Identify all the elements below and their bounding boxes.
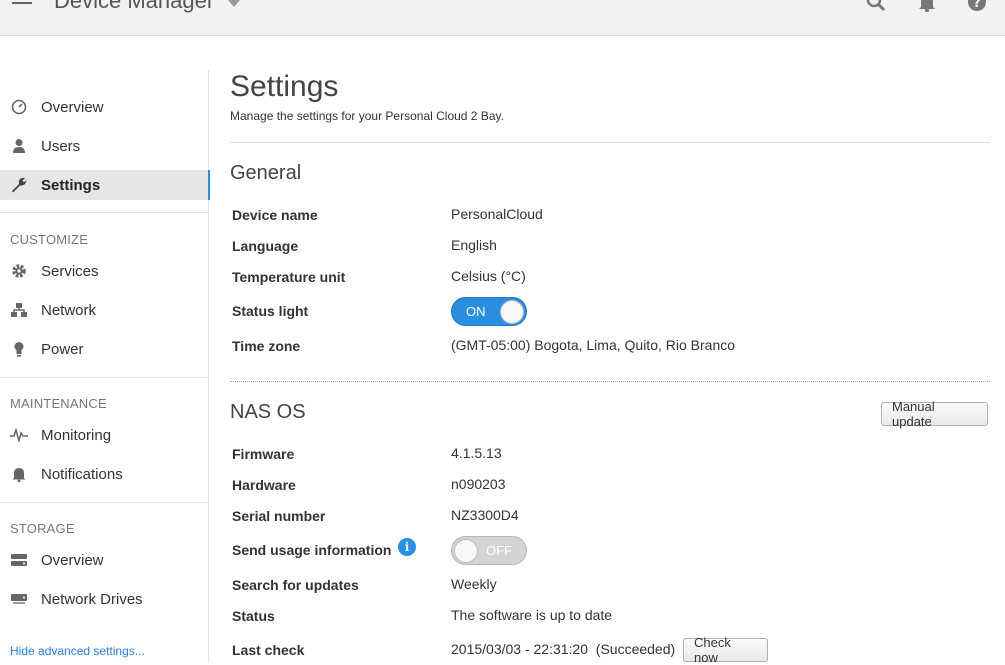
section-title-general: General bbox=[230, 162, 302, 184]
manual-update-button[interactable]: Manual update bbox=[881, 399, 988, 429]
sidebar-item-monitoring[interactable]: Monitoring bbox=[0, 420, 210, 450]
dashboard-icon bbox=[10, 98, 28, 116]
temperature-unit-value[interactable]: Celsius (°C) bbox=[451, 268, 526, 284]
sidebar-item-network-drives[interactable]: Network Drives bbox=[0, 584, 210, 614]
sidebar-divider bbox=[0, 377, 208, 378]
sidebar-item-label: Settings bbox=[41, 176, 101, 194]
sidebar-item-notifications[interactable]: Notifications bbox=[0, 459, 210, 489]
sidebar-item-label: Power bbox=[41, 340, 84, 358]
section-header-customize: CUSTOMIZE bbox=[10, 232, 89, 247]
sidebar-item-label: Overview bbox=[41, 98, 104, 116]
sidebar-item-overview[interactable]: Overview bbox=[0, 92, 210, 122]
firmware-value: 4.1.5.13 bbox=[451, 445, 502, 461]
temperature-unit-label: Temperature unit bbox=[232, 269, 346, 285]
bell-icon bbox=[10, 465, 28, 483]
bell-icon[interactable] bbox=[917, 0, 937, 12]
sidebar-item-settings[interactable]: Settings bbox=[0, 170, 210, 200]
network-drive-icon bbox=[10, 590, 28, 608]
sidebar-item-label: Notifications bbox=[41, 465, 123, 483]
toggle-state: OFF bbox=[486, 543, 512, 558]
help-icon[interactable]: ? bbox=[967, 0, 987, 12]
last-check-label: Last check bbox=[232, 642, 305, 658]
time-zone-value[interactable]: (GMT-05:00) Bogota, Lima, Quito, Rio Bra… bbox=[451, 337, 735, 353]
divider bbox=[230, 381, 990, 382]
toggle-knob bbox=[454, 539, 478, 563]
sidebar-divider bbox=[0, 212, 208, 213]
sidebar-item-storage-overview[interactable]: Overview bbox=[0, 545, 210, 575]
hardware-label: Hardware bbox=[232, 477, 296, 493]
sidebar-item-label: Users bbox=[41, 137, 81, 155]
drive-icon bbox=[10, 551, 28, 569]
section-header-storage: STORAGE bbox=[10, 521, 75, 536]
user-icon bbox=[10, 137, 28, 155]
section-title-nas-os: NAS OS bbox=[230, 401, 306, 423]
app-title[interactable]: Device Manager bbox=[54, 0, 214, 14]
sidebar-item-services[interactable]: Services bbox=[0, 256, 210, 286]
bulb-icon bbox=[10, 340, 28, 358]
network-icon bbox=[10, 301, 28, 319]
status-value: The software is up to date bbox=[451, 607, 613, 623]
serial-number-label: Serial number bbox=[232, 508, 326, 524]
sidebar-item-users[interactable]: Users bbox=[0, 131, 210, 161]
last-check-value: 2015/03/03 - 22:31:20 (Succeeded) bbox=[451, 641, 676, 657]
sidebar-item-label: Network Drives bbox=[41, 590, 143, 608]
wrench-icon bbox=[10, 176, 28, 194]
chevron-down-icon[interactable] bbox=[228, 0, 240, 7]
top-bar: Device Manager ? bbox=[0, 0, 1005, 36]
section-header-maintenance: MAINTENANCE bbox=[10, 396, 107, 411]
pulse-icon bbox=[10, 426, 28, 444]
toggle-knob bbox=[500, 300, 524, 324]
hide-advanced-settings-link[interactable]: Hide advanced settings... bbox=[10, 644, 145, 658]
device-name-value[interactable]: PersonalCloud bbox=[451, 206, 543, 222]
send-usage-toggle[interactable]: OFF bbox=[451, 536, 527, 565]
device-name-label: Device name bbox=[232, 207, 318, 223]
sidebar-item-network[interactable]: Network bbox=[0, 295, 210, 325]
status-label: Status bbox=[232, 608, 275, 624]
send-usage-label: Send usage information bbox=[232, 542, 392, 558]
page-title: Settings bbox=[230, 70, 339, 103]
page-subtitle: Manage the settings for your Personal Cl… bbox=[230, 109, 504, 123]
sidebar-item-label: Monitoring bbox=[41, 426, 112, 444]
status-light-toggle[interactable]: ON bbox=[451, 297, 527, 326]
hardware-value: n090203 bbox=[451, 476, 506, 492]
divider bbox=[230, 142, 990, 143]
search-for-updates-value[interactable]: Weekly bbox=[451, 576, 497, 592]
sidebar-item-power[interactable]: Power bbox=[0, 334, 210, 364]
check-now-button[interactable]: Check now bbox=[683, 635, 768, 665]
sidebar-item-label: Services bbox=[41, 262, 99, 280]
info-icon[interactable]: i bbox=[398, 538, 416, 556]
firmware-label: Firmware bbox=[232, 446, 295, 462]
sidebar-item-label: Network bbox=[41, 301, 97, 319]
serial-number-value: NZ3300D4 bbox=[451, 507, 519, 523]
sidebar-item-label: Overview bbox=[41, 551, 104, 569]
status-light-label: Status light bbox=[232, 303, 309, 319]
time-zone-label: Time zone bbox=[232, 338, 301, 354]
search-icon[interactable] bbox=[866, 0, 886, 12]
hamburger-menu-icon[interactable] bbox=[12, 0, 32, 8]
search-for-updates-label: Search for updates bbox=[232, 577, 359, 593]
language-label: Language bbox=[232, 238, 299, 254]
gear-icon bbox=[10, 262, 28, 280]
svg-text:?: ? bbox=[973, 0, 981, 11]
sidebar-divider bbox=[0, 502, 208, 503]
language-value[interactable]: English bbox=[451, 237, 497, 253]
toggle-state: ON bbox=[466, 304, 486, 319]
